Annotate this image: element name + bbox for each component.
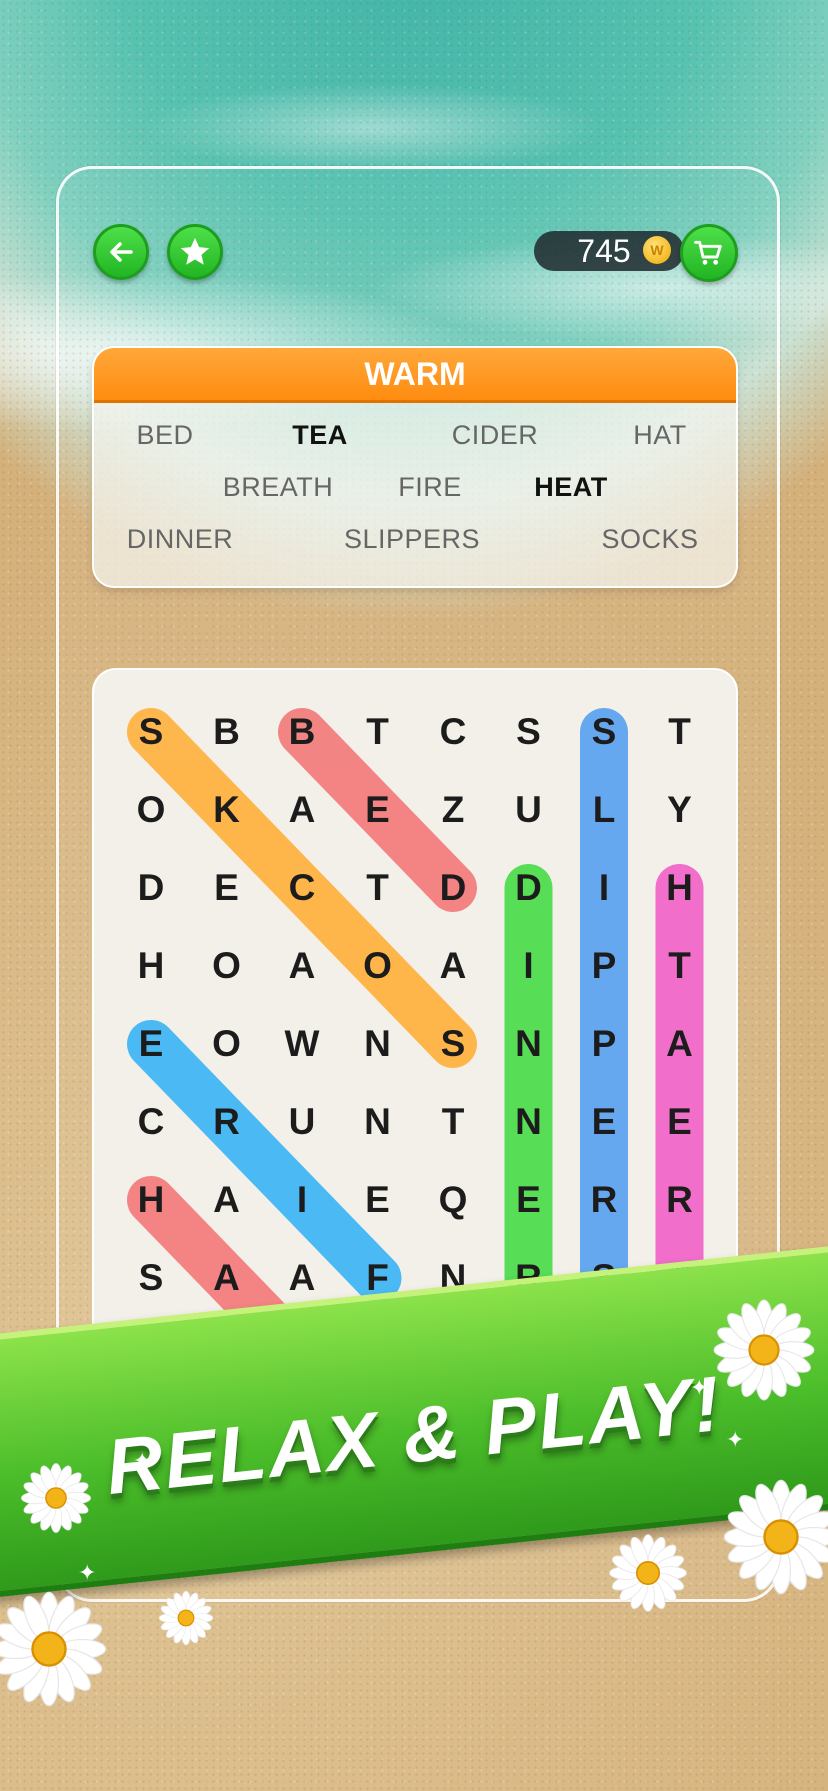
grid-letter[interactable]: T [643,929,717,1003]
grid-letter[interactable]: R [190,1085,264,1159]
grid-letter[interactable]: U [492,773,566,847]
daisy-icon [158,1590,214,1646]
grid-letter[interactable]: Z [416,773,490,847]
star-icon [180,237,210,265]
grid-letter[interactable]: N [341,1085,415,1159]
word-item: CIDER [451,420,539,450]
grid-letter[interactable]: A [265,929,339,1003]
word-item: HAT [633,420,687,450]
grid-letter[interactable]: B [265,695,339,769]
grid-letter[interactable]: I [265,1163,339,1237]
daisy-icon [0,1591,107,1707]
grid-letter[interactable]: S [492,695,566,769]
grid-letter[interactable]: S [416,1007,490,1081]
grid-letter[interactable]: C [416,695,490,769]
grid-letter[interactable]: E [492,1163,566,1237]
favorite-button[interactable] [167,224,223,280]
grid-letter[interactable]: L [567,773,641,847]
word-item: SOCKS [601,524,699,554]
grid-letter[interactable]: O [190,929,264,1003]
grid-letter[interactable]: H [114,1163,188,1237]
grid-letter[interactable]: O [341,929,415,1003]
grid-letter[interactable]: H [643,851,717,925]
grid-letter[interactable]: E [341,1163,415,1237]
shop-button[interactable] [680,224,738,282]
word-item: TEA [292,420,348,450]
grid-letter[interactable]: P [567,929,641,1003]
word-item: BED [136,420,194,450]
sparkle-icon: ✦ [690,1375,709,1400]
grid-letter[interactable]: C [265,851,339,925]
grid-letter[interactable]: H [114,929,188,1003]
grid-letter[interactable]: C [114,1085,188,1159]
grid-letter[interactable]: N [341,1007,415,1081]
arrow-left-icon [110,242,133,262]
grid-letter[interactable]: T [416,1085,490,1159]
grid-letter[interactable]: R [643,1163,717,1237]
grid-letter[interactable]: A [416,929,490,1003]
grid-letter[interactable]: E [114,1007,188,1081]
grid-letter[interactable]: W [265,1007,339,1081]
grid-letter[interactable]: I [492,929,566,1003]
grid-letter[interactable]: Q [416,1163,490,1237]
grid-letter[interactable]: E [341,773,415,847]
grid-letter[interactable]: S [114,1241,188,1315]
grid-letter[interactable]: E [190,851,264,925]
word-item: BREATH [222,472,334,502]
sparkle-icon: ✦ [726,1427,745,1452]
sparkle-icon: ✦ [78,1560,97,1585]
daisy-icon [713,1299,815,1401]
grid-letter[interactable]: P [567,1007,641,1081]
grid-letter[interactable]: N [492,1007,566,1081]
grid-letter[interactable]: T [341,695,415,769]
category-title: WARM [94,348,736,403]
grid-letter[interactable]: D [114,851,188,925]
word-list-panel: WARM BED TEA CIDER HAT BREATH FIRE HEAT DINNER S… [92,346,738,588]
shopping-cart-icon [694,240,722,265]
coin-icon: W [643,236,671,264]
grid-letter[interactable]: A [643,1007,717,1081]
grid-letter[interactable]: O [190,1007,264,1081]
grid-letter[interactable]: E [643,1085,717,1159]
grid-letter[interactable]: S [567,695,641,769]
grid-letter[interactable]: E [567,1085,641,1159]
sparkle-icon: ✦ [133,1448,152,1473]
grid-letter[interactable]: A [190,1163,264,1237]
grid-letter[interactable]: N [492,1085,566,1159]
daisy-icon [609,1534,687,1612]
grid-letter[interactable]: S [114,695,188,769]
daisy-icon [723,1479,828,1595]
grid-letter[interactable]: B [190,695,264,769]
grid-letter[interactable]: D [492,851,566,925]
word-item: SLIPPERS [343,524,481,554]
grid-letter[interactable]: R [567,1163,641,1237]
grid-letter[interactable]: D [416,851,490,925]
grid-letter[interactable]: Y [643,773,717,847]
grid-letter[interactable]: T [341,851,415,925]
grid-letter[interactable]: A [190,1241,264,1315]
grid-letter[interactable]: A [265,773,339,847]
grid-letter[interactable]: K [190,773,264,847]
back-button[interactable] [93,224,149,280]
word-item: FIRE [398,472,462,502]
word-item: HEAT [534,472,608,502]
daisy-icon [21,1463,91,1533]
grid-letter[interactable]: O [114,773,188,847]
grid-letter[interactable]: I [567,851,641,925]
word-item: DINNER [126,524,234,554]
coin-balance: 745 [577,233,631,269]
grid-letter[interactable]: T [643,695,717,769]
grid-letter[interactable]: U [265,1085,339,1159]
